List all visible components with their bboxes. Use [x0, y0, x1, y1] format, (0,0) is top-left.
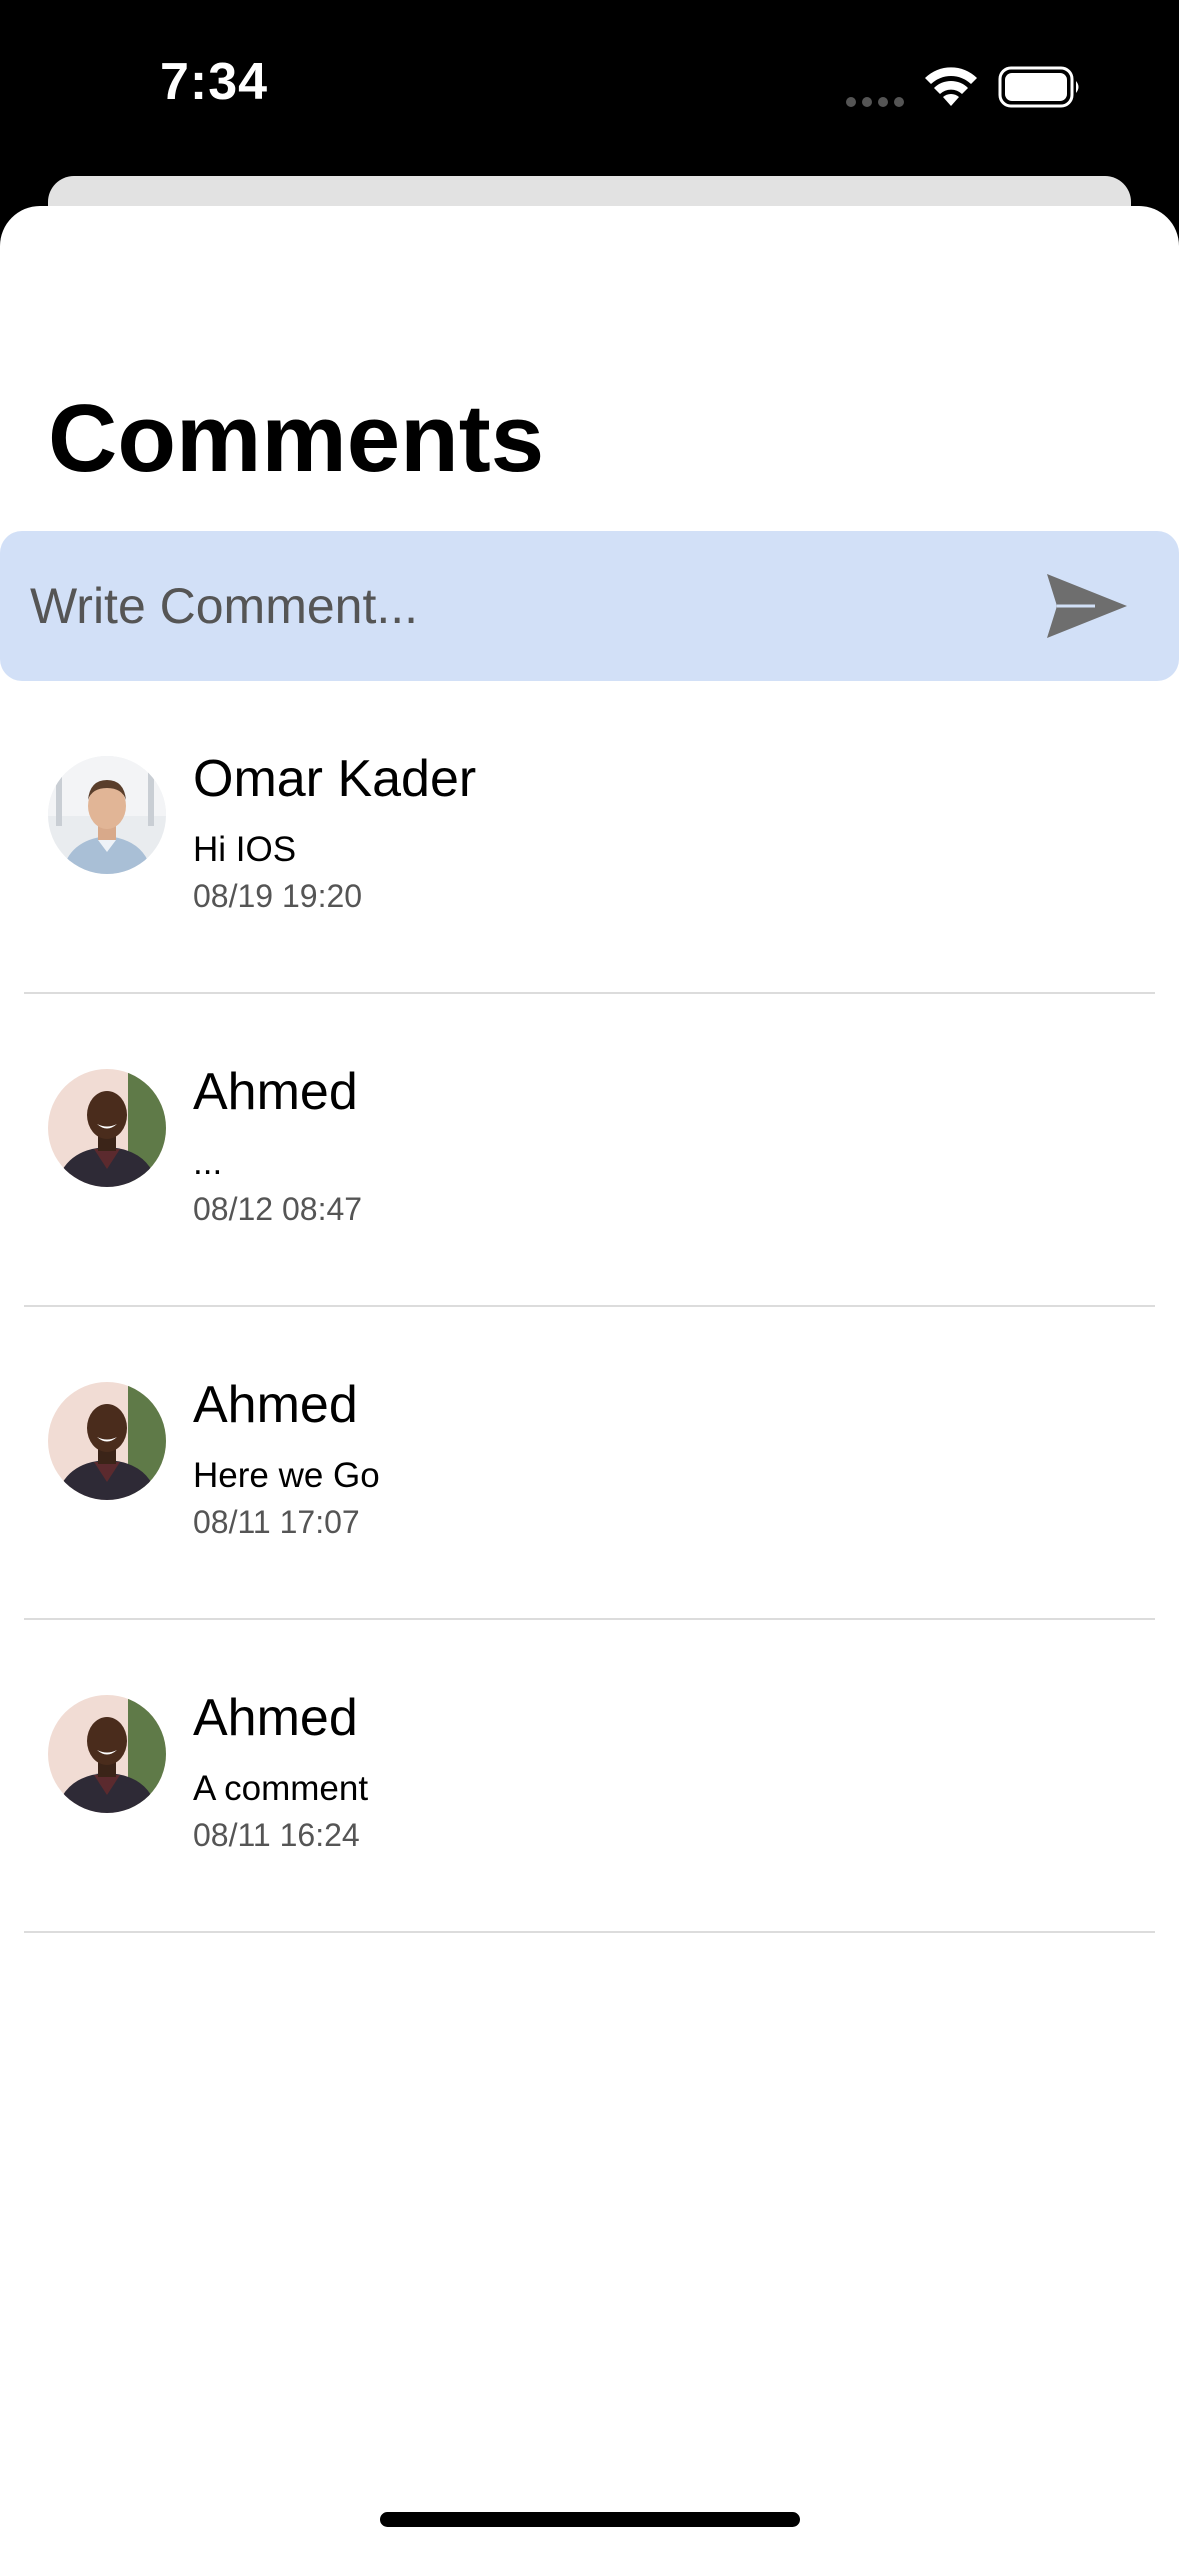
comment-text: A comment [193, 1769, 369, 1808]
comment-row[interactable]: Omar Kader Hi IOS 08/19 19:20 [0, 681, 1179, 994]
send-button[interactable] [1035, 566, 1135, 646]
comment-list: Omar Kader Hi IOS 08/19 19:20 Ahmed ... … [0, 681, 1179, 1933]
page-title: Comments [48, 385, 545, 492]
comment-author: Ahmed [193, 1376, 358, 1434]
comment-text: Hi IOS [193, 830, 297, 869]
status-bar: 7:34 [0, 0, 1179, 175]
comment-row[interactable]: Ahmed ... 08/12 08:47 [0, 994, 1179, 1307]
status-time: 7:34 [160, 53, 269, 111]
comment-date: 08/12 08:47 [193, 1191, 363, 1227]
comment-text: Here we Go [193, 1456, 380, 1495]
row-divider [24, 1931, 1155, 1933]
comment-date: 08/19 19:20 [193, 878, 363, 914]
comments-sheet: Comments Write Comment... Omar Kader Hi … [0, 206, 1179, 2556]
comment-text: ... [193, 1143, 223, 1182]
wifi-icon [925, 67, 977, 106]
comment-author: Omar Kader [193, 750, 477, 808]
comment-composer [0, 531, 1179, 681]
user-avatar-ahmed [48, 1695, 166, 1813]
comment-author: Ahmed [193, 1689, 358, 1747]
user-avatar-ahmed [48, 1069, 166, 1187]
comment-row[interactable]: Ahmed A comment 08/11 16:24 [0, 1620, 1179, 1933]
battery-icon [998, 66, 1079, 108]
user-avatar-ahmed [48, 1382, 166, 1500]
comment-row[interactable]: Ahmed Here we Go 08/11 17:07 [0, 1307, 1179, 1620]
comment-date: 08/11 17:07 [193, 1504, 360, 1540]
home-indicator[interactable] [380, 2512, 800, 2527]
comment-date: 08/11 16:24 [193, 1817, 360, 1853]
send-icon [1047, 574, 1127, 638]
user-avatar-omar [48, 756, 166, 874]
comment-input[interactable] [30, 531, 980, 681]
cellular-signal-icon [846, 97, 904, 107]
screen: 7:34 Comments Write Comment... Omar Kade… [0, 0, 1179, 2556]
comment-author: Ahmed [193, 1063, 358, 1121]
